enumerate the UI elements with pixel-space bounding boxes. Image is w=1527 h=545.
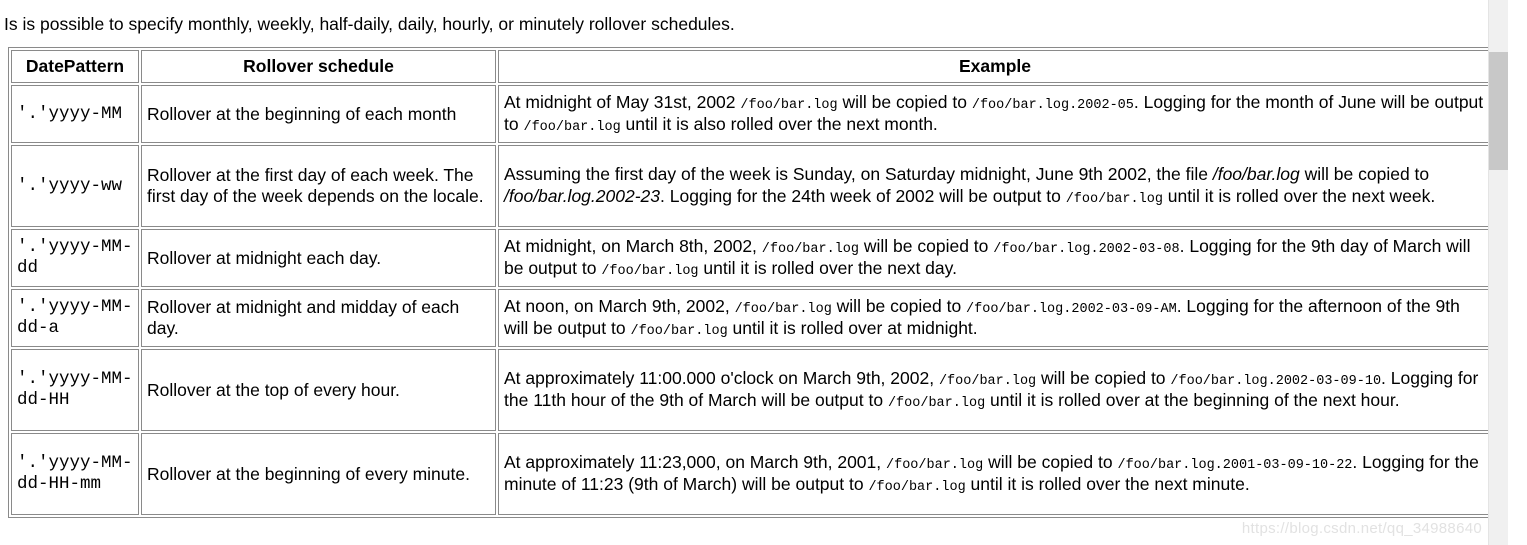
table-row: '.'yyyy-MM-dd-a Rollover at midnight and…	[11, 289, 1492, 348]
cell-rollover-schedule: Rollover at midnight and midday of each …	[141, 289, 496, 348]
cell-example: At midnight, on March 8th, 2002, /foo/ba…	[498, 229, 1492, 288]
cell-rollover-schedule: Rollover at the beginning of each month	[141, 85, 496, 144]
table-container: DatePattern Rollover schedule Example '.…	[0, 35, 1508, 519]
watermark-text: https://blog.csdn.net/qq_34988640	[1241, 520, 1482, 537]
cell-example: At approximately 11:00.000 o'clock on Ma…	[498, 349, 1492, 432]
cell-rollover-schedule: Rollover at the first day of each week. …	[141, 145, 496, 228]
cell-example: At midnight of May 31st, 2002 /foo/bar.l…	[498, 85, 1492, 144]
column-header-rollover-schedule: Rollover schedule	[141, 50, 496, 84]
vertical-scrollbar[interactable]	[1488, 0, 1508, 545]
cell-date-pattern: '.'yyyy-MM-dd-a	[11, 289, 139, 348]
column-header-date-pattern: DatePattern	[11, 50, 139, 84]
intro-paragraph: Is is possible to specify monthly, weekl…	[4, 14, 735, 34]
cell-date-pattern: '.'yyyy-MM-dd	[11, 229, 139, 288]
table-row: '.'yyyy-ww Rollover at the first day of …	[11, 145, 1492, 228]
scrollbar-thumb[interactable]	[1489, 52, 1508, 170]
cell-example: At noon, on March 9th, 2002, /foo/bar.lo…	[498, 289, 1492, 348]
cell-rollover-schedule: Rollover at the beginning of every minut…	[141, 433, 496, 516]
rollover-schedule-table: DatePattern Rollover schedule Example '.…	[8, 47, 1495, 519]
cell-date-pattern: '.'yyyy-MM-dd-HH	[11, 349, 139, 432]
table-row: '.'yyyy-MM Rollover at the beginning of …	[11, 85, 1492, 144]
table-header-row: DatePattern Rollover schedule Example	[11, 50, 1492, 84]
cell-rollover-schedule: Rollover at midnight each day.	[141, 229, 496, 288]
cell-example: At approximately 11:23,000, on March 9th…	[498, 433, 1492, 516]
cell-date-pattern: '.'yyyy-MM-dd-HH-mm	[11, 433, 139, 516]
cell-date-pattern: '.'yyyy-MM	[11, 85, 139, 144]
table-row: '.'yyyy-MM-dd-HH-mm Rollover at the begi…	[11, 433, 1492, 516]
table-row: '.'yyyy-MM-dd Rollover at midnight each …	[11, 229, 1492, 288]
cell-example: Assuming the first day of the week is Su…	[498, 145, 1492, 228]
cell-rollover-schedule: Rollover at the top of every hour.	[141, 349, 496, 432]
table-body: '.'yyyy-MM Rollover at the beginning of …	[11, 85, 1492, 516]
table-row: '.'yyyy-MM-dd-HH Rollover at the top of …	[11, 349, 1492, 432]
column-header-example: Example	[498, 50, 1492, 84]
table-head: DatePattern Rollover schedule Example	[11, 50, 1492, 84]
cell-date-pattern: '.'yyyy-ww	[11, 145, 139, 228]
page-container: Is is possible to specify monthly, weekl…	[0, 0, 1508, 545]
